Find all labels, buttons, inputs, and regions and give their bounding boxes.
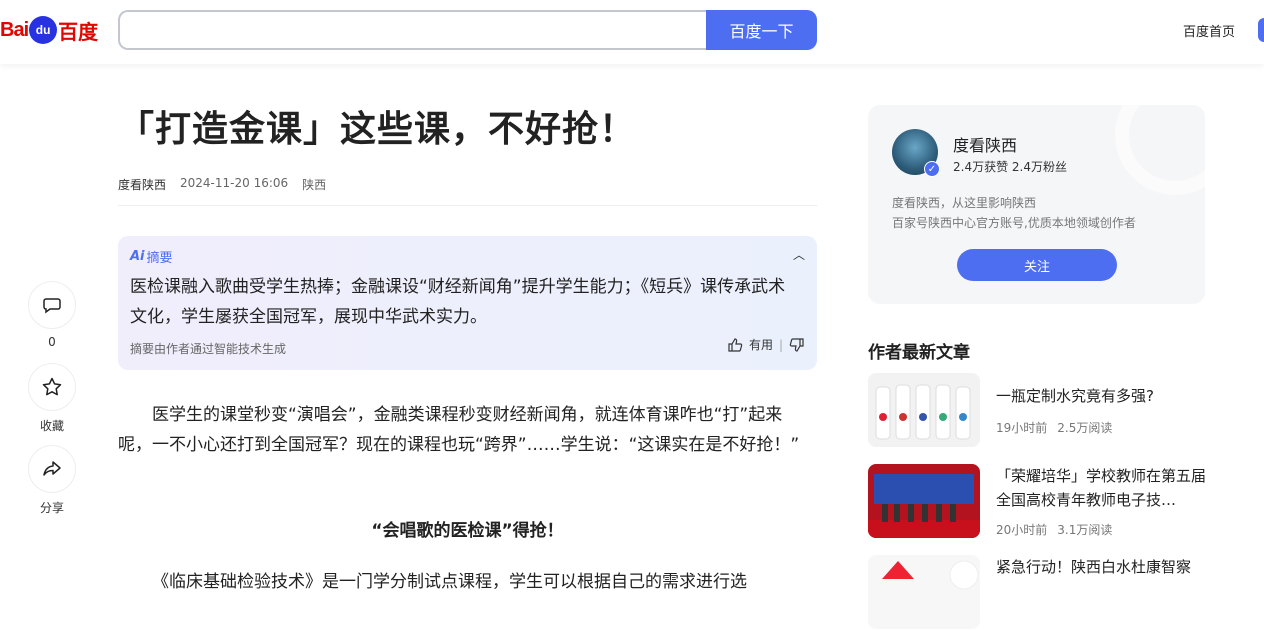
favorite-action[interactable]: 收藏 bbox=[28, 363, 76, 434]
list-item[interactable]: 「荣耀培华」学校教师在第五届全国高校青年教师电子技… 20小时前 3.1万阅读 bbox=[868, 464, 1208, 540]
meta-location: 陕西 bbox=[302, 178, 327, 192]
paragraph-2: 《临床基础检验技术》是一门学分制试点课程，学生可以根据自己的需求进行选 bbox=[152, 572, 747, 592]
share-button[interactable] bbox=[28, 445, 76, 493]
follow-button[interactable]: 关注 bbox=[957, 249, 1117, 281]
latest-item-title[interactable]: 「荣耀培华」学校教师在第五届全国高校青年教师电子技… bbox=[996, 464, 1208, 512]
product-image bbox=[868, 555, 980, 629]
latest-item-reads: 3.1万阅读 bbox=[1057, 523, 1113, 537]
search-input[interactable] bbox=[118, 10, 708, 50]
share-icon bbox=[43, 461, 61, 476]
comment-action[interactable]: 0 bbox=[28, 281, 76, 349]
author-certification: 百家号陕西中心官方账号,优质本地领域创作者 bbox=[892, 216, 1136, 230]
separator: | bbox=[778, 337, 783, 352]
feedback-group: 有用 | bbox=[727, 336, 805, 353]
latest-item-meta: 19小时前 2.5万阅读 bbox=[996, 419, 1112, 436]
article-title: 「打造金课」这些课，不好抢！ bbox=[118, 109, 637, 150]
paragraph-1: 医学生的课堂秒变“演唱会”，金融类课程秒变财经新闻角，就连体育课咋也“打”起来呢… bbox=[118, 405, 800, 455]
water-bottles-image bbox=[868, 373, 980, 447]
baidu-logo[interactable]: Bai du 百度 bbox=[0, 12, 98, 48]
divider bbox=[118, 205, 817, 206]
award-ceremony-image bbox=[868, 464, 980, 538]
avatar[interactable]: ✓ bbox=[892, 129, 940, 177]
article-meta: 度看陕西 2024-11-20 16:06 陕西 bbox=[118, 176, 326, 193]
thumbnail-image[interactable] bbox=[868, 373, 980, 447]
comment-count: 0 bbox=[48, 335, 56, 349]
chevron-up-icon[interactable]: ︿ bbox=[793, 246, 805, 263]
summary-header: Ai 摘要 bbox=[130, 247, 173, 266]
summary-label: 摘要 bbox=[146, 251, 173, 266]
author-card: ✓ 度看陕西 2.4万获赞 2.4万粉丝 度看陕西，从这里影响陕西 百家号陕西中… bbox=[868, 105, 1205, 304]
summary-footnote: 摘要由作者通过智能技术生成 bbox=[130, 342, 287, 356]
ai-summary-box: Ai 摘要 ︿ 医检课融入歌曲受学生热捧；金融课设“财经新闻角”提升学生能力；《… bbox=[118, 236, 817, 370]
summary-text: 医检课融入歌曲受学生热捧；金融课设“财经新闻角”提升学生能力；《短兵》课传承武术… bbox=[130, 277, 786, 327]
logo-bai: Bai bbox=[0, 18, 29, 41]
favorite-label: 收藏 bbox=[39, 419, 64, 433]
logo-paw-icon: du bbox=[29, 16, 58, 44]
author-name[interactable]: 度看陕西 bbox=[953, 132, 1017, 156]
meta-author[interactable]: 度看陕西 bbox=[118, 176, 166, 193]
meta-date: 2024-11-20 16:06 bbox=[180, 176, 289, 190]
useful-label[interactable]: 有用 bbox=[749, 336, 773, 353]
share-action[interactable]: 分享 bbox=[28, 445, 76, 516]
comment-icon bbox=[43, 298, 61, 314]
latest-item-meta: 20小时前 3.1万阅读 bbox=[996, 521, 1112, 538]
top-bar: Bai du 百度 百度一下 百度首页 bbox=[0, 0, 1264, 64]
thumbs-up-icon[interactable] bbox=[727, 337, 743, 353]
top-right-button[interactable] bbox=[1258, 18, 1264, 42]
share-label: 分享 bbox=[39, 501, 64, 515]
thumbs-down-icon[interactable] bbox=[789, 337, 805, 353]
latest-item-title[interactable]: 紧急行动！陕西白水杜康智察 bbox=[996, 555, 1208, 579]
ai-icon: Ai bbox=[130, 249, 145, 264]
home-link[interactable]: 百度首页 bbox=[1183, 21, 1235, 40]
decoration bbox=[1115, 105, 1205, 195]
thumbnail-image[interactable] bbox=[868, 464, 980, 538]
verified-icon: ✓ bbox=[924, 161, 940, 177]
list-item[interactable]: 紧急行动！陕西白水杜康智察 bbox=[868, 555, 1208, 631]
latest-articles-heading: 作者最新文章 bbox=[868, 343, 970, 363]
latest-item-title[interactable]: 一瓶定制水究竟有多强? bbox=[996, 384, 1208, 408]
author-stats: 2.4万获赞 2.4万粉丝 bbox=[953, 160, 1067, 174]
logo-cn: 百度 bbox=[58, 21, 99, 44]
article-body: 医学生的课堂秒变“演唱会”，金融类课程秒变财经新闻角，就连体育课咋也“打”起来呢… bbox=[118, 400, 808, 460]
search-button[interactable]: 百度一下 bbox=[706, 10, 817, 50]
author-description: 度看陕西，从这里影响陕西 bbox=[892, 196, 1037, 210]
thumbnail-image[interactable] bbox=[868, 555, 980, 629]
comment-button[interactable] bbox=[28, 281, 76, 329]
latest-item-reads: 2.5万阅读 bbox=[1057, 421, 1113, 435]
list-item[interactable]: 一瓶定制水究竟有多强? 19小时前 2.5万阅读 bbox=[868, 373, 1208, 449]
favorite-button[interactable] bbox=[28, 363, 76, 411]
latest-item-time: 20小时前 bbox=[996, 523, 1048, 537]
section-subheading: “会唱歌的医检课”得抢！ bbox=[371, 521, 564, 541]
latest-item-time: 19小时前 bbox=[996, 421, 1048, 435]
star-icon bbox=[42, 377, 62, 396]
